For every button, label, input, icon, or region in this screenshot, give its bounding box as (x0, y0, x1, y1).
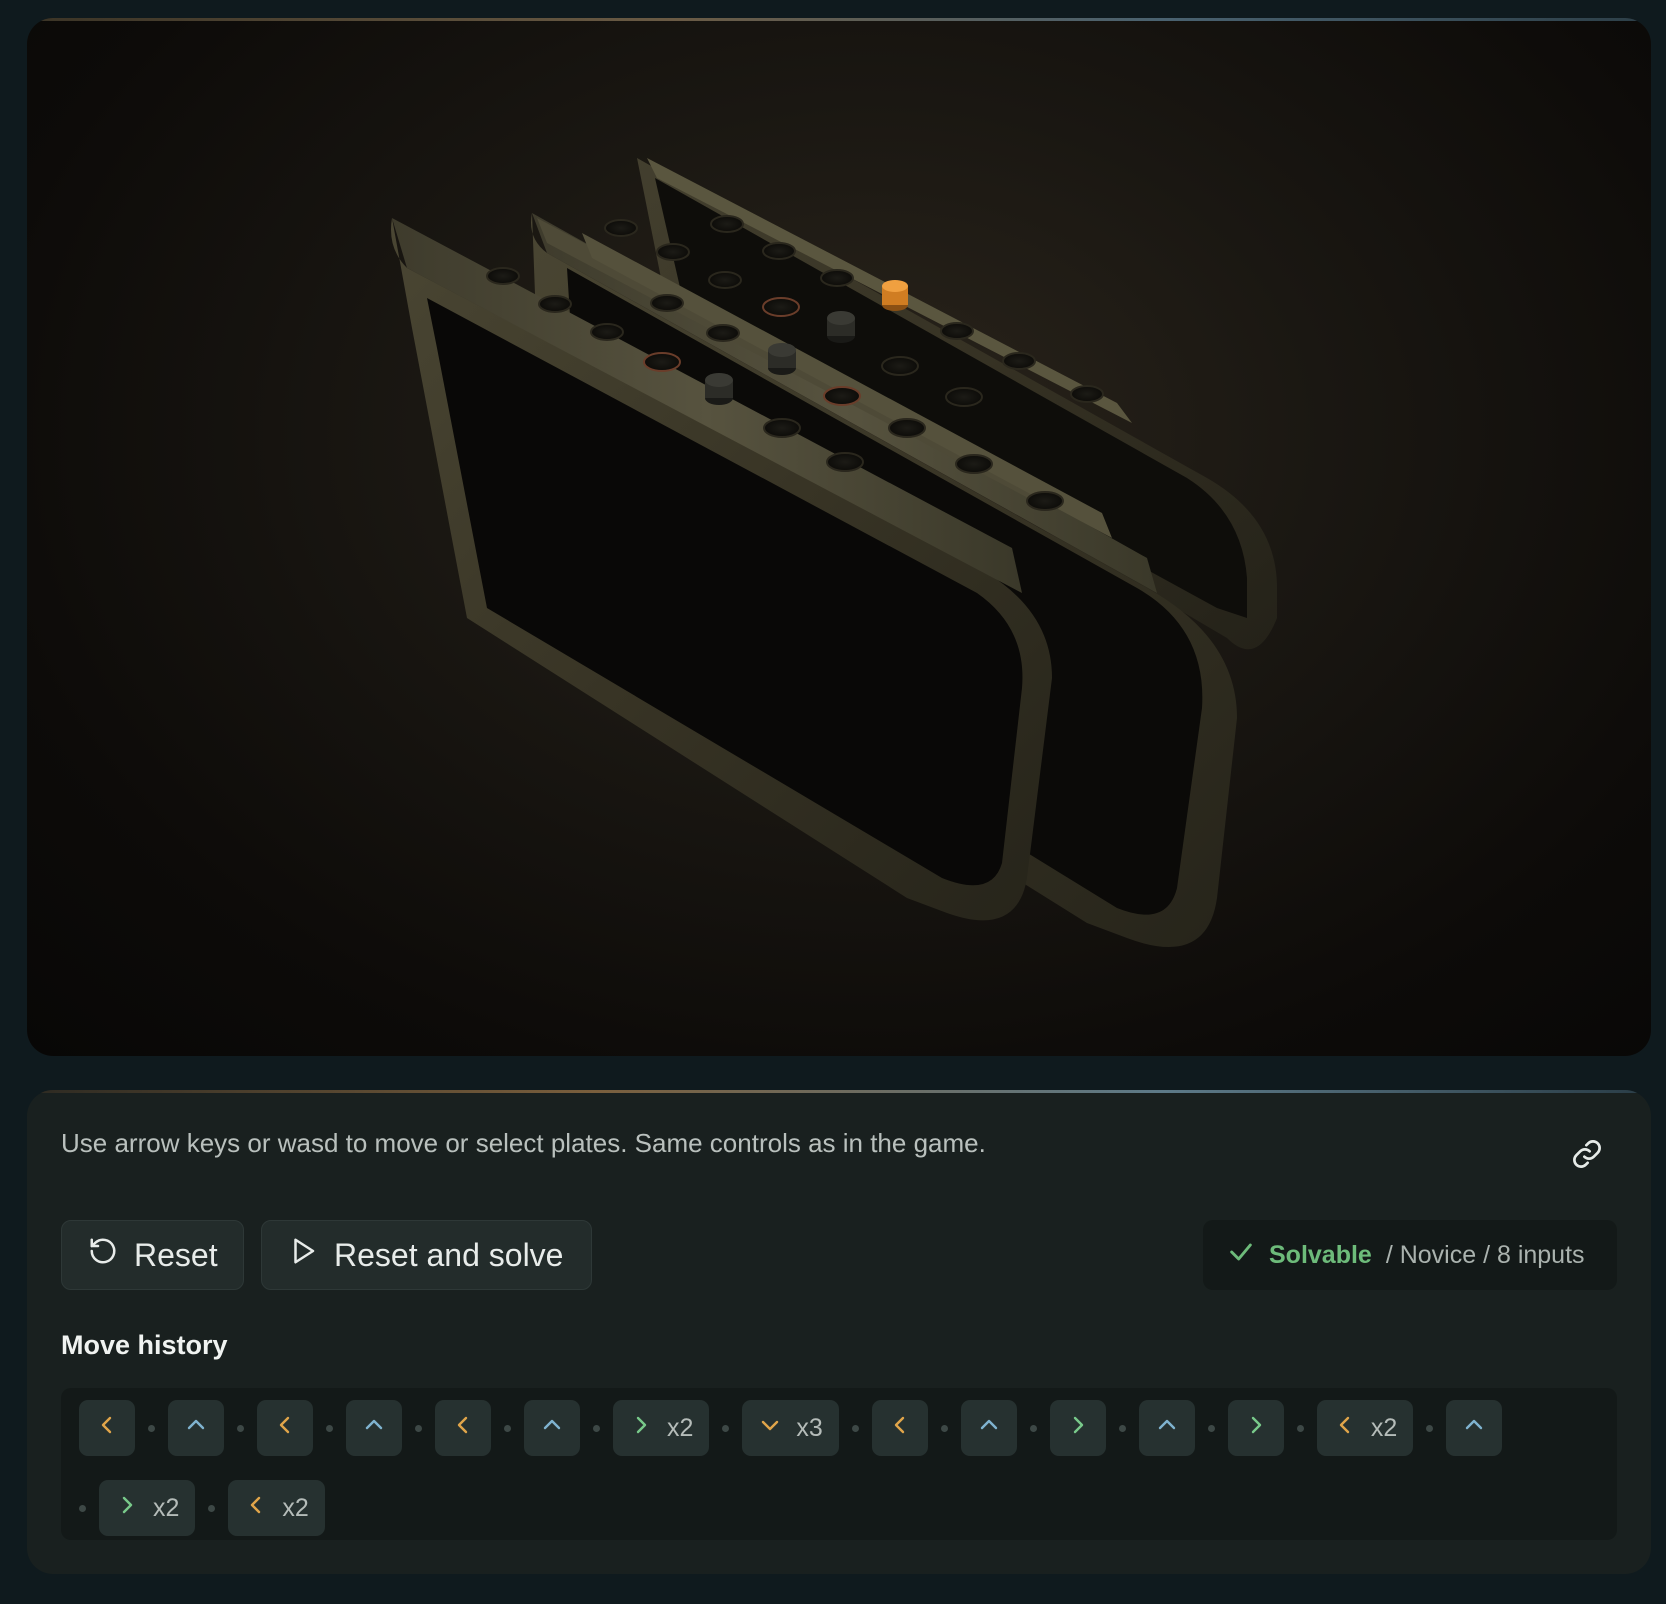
move-chip-up[interactable] (960, 1400, 1017, 1456)
move-separator (237, 1424, 244, 1432)
check-icon (1227, 1238, 1255, 1273)
move-chip-up[interactable] (1138, 1400, 1195, 1456)
chevron-left-icon (451, 1413, 475, 1444)
move-separator (1029, 1424, 1037, 1432)
move-history-list: x2 x3 x2 x2 x2 (61, 1388, 1617, 1540)
move-chip-up[interactable] (346, 1400, 402, 1456)
peg-dark-3 (705, 373, 733, 405)
move-chip-left[interactable]: x2 (228, 1480, 325, 1536)
reset-and-solve-button[interactable]: Reset and solve (261, 1220, 592, 1290)
move-separator (722, 1424, 730, 1432)
chevron-right-icon (1244, 1413, 1268, 1444)
move-separator (208, 1504, 216, 1512)
peg-orange-active (882, 280, 908, 311)
move-chip-left[interactable] (435, 1400, 491, 1456)
copy-link-button[interactable] (1567, 1136, 1607, 1176)
chevron-up-icon (1462, 1413, 1486, 1444)
move-chip-up[interactable] (168, 1400, 224, 1456)
move-separator (79, 1504, 86, 1512)
move-separator (415, 1424, 422, 1432)
chevron-up-icon (1155, 1413, 1179, 1444)
solvable-label: Solvable (1269, 1240, 1372, 1269)
chevron-left-icon (95, 1413, 119, 1444)
instructions-text: Use arrow keys or wasd to move or select… (61, 1128, 986, 1158)
reset-and-solve-label: Reset and solve (334, 1236, 564, 1273)
move-chip-left[interactable] (257, 1400, 313, 1456)
move-count: x2 (282, 1493, 309, 1522)
chevron-left-icon (244, 1493, 268, 1524)
move-separator (1207, 1424, 1215, 1432)
link-icon (1571, 1138, 1603, 1175)
puzzle-viewport[interactable] (27, 18, 1651, 1056)
move-chip-right[interactable]: x2 (613, 1400, 710, 1456)
reset-label: Reset (134, 1236, 218, 1273)
move-chip-right[interactable] (1227, 1400, 1284, 1456)
move-separator (1426, 1424, 1434, 1432)
difficulty-details: / Novice / 8 inputs (1385, 1240, 1585, 1269)
move-separator (940, 1424, 948, 1432)
reset-button[interactable]: Reset (61, 1220, 244, 1290)
chevron-up-icon (540, 1413, 564, 1444)
move-chip-up[interactable] (524, 1400, 580, 1456)
chevron-up-icon (362, 1413, 386, 1444)
control-panel: Use arrow keys or wasd to move or select… (27, 1090, 1651, 1574)
move-chip-right[interactable]: x2 (99, 1480, 196, 1536)
move-chip-right[interactable] (1049, 1400, 1106, 1456)
rotate-ccw-icon (88, 1236, 118, 1274)
peg-dark-2 (768, 343, 796, 375)
chevron-up-icon (184, 1413, 208, 1444)
chevron-left-icon (888, 1413, 912, 1444)
chevron-down-icon (758, 1413, 782, 1444)
move-count: x2 (1370, 1413, 1398, 1442)
move-chip-left[interactable]: x2 (1316, 1400, 1414, 1456)
move-separator (504, 1424, 511, 1432)
chevron-left-icon (273, 1413, 297, 1444)
chevron-left-icon (1333, 1413, 1357, 1444)
chevron-right-icon (629, 1413, 653, 1444)
panel-accent-line (27, 1090, 1651, 1093)
move-separator (851, 1424, 859, 1432)
move-count: x2 (667, 1413, 694, 1442)
move-history-title: Move history (61, 1330, 228, 1360)
peg-dark-1 (827, 311, 855, 343)
move-chip-left[interactable] (871, 1400, 928, 1456)
move-separator (1296, 1424, 1304, 1432)
chevron-right-icon (1066, 1413, 1090, 1444)
move-separator (1118, 1424, 1126, 1432)
move-count: x2 (153, 1493, 180, 1522)
solvability-status: Solvable / Novice / 8 inputs (1203, 1220, 1617, 1290)
move-chip-up[interactable] (1446, 1400, 1503, 1456)
move-chip-down[interactable]: x3 (742, 1400, 839, 1456)
puzzle-render (391, 158, 1277, 947)
play-icon (288, 1236, 318, 1274)
move-count: x3 (796, 1413, 823, 1442)
move-chip-left[interactable] (79, 1400, 135, 1456)
move-separator (148, 1424, 155, 1432)
move-separator (326, 1424, 333, 1432)
chevron-right-icon (115, 1493, 139, 1524)
chevron-up-icon (977, 1413, 1001, 1444)
move-separator (593, 1424, 600, 1432)
